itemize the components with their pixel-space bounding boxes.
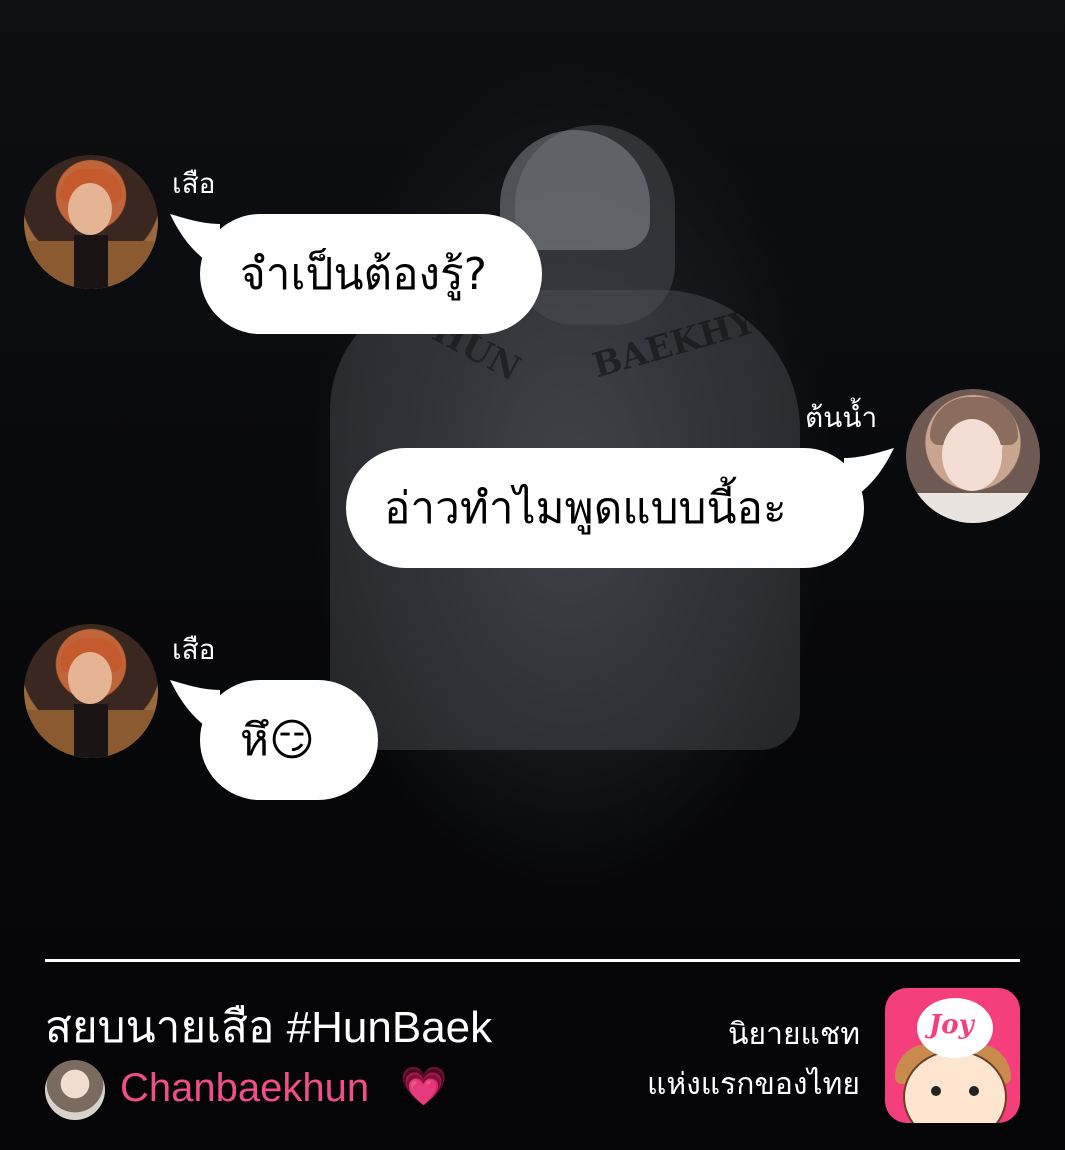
author-avatar-icon[interactable] [45, 1060, 105, 1120]
tagline-line-1: นิยายแชท [728, 1017, 860, 1052]
sender-name: ต้นน้ำ [805, 401, 878, 434]
water-avatar-icon[interactable] [906, 389, 1040, 523]
joy-app-logo-icon[interactable]: Joy [885, 988, 1020, 1123]
logo-text: Joy [929, 1010, 974, 1040]
story-title[interactable]: สยบนายเสือ #HunBaek [45, 992, 492, 1062]
message-text: หึ😏 [240, 715, 315, 766]
message-bubble[interactable]: อ่าวทำไมพูดแบบนี้อะ [346, 448, 894, 568]
tiger-avatar-icon[interactable] [24, 624, 158, 758]
bubble-tail-icon [844, 448, 894, 504]
heart-icon: 💗 [400, 1064, 448, 1108]
app-tagline: นิยายแชท แห่งแรกของไทย [647, 1010, 860, 1110]
tagline-line-2: แห่งแรกของไทย [647, 1067, 860, 1102]
message-text: อ่าวทำไมพูดแบบนี้อะ [384, 483, 787, 534]
logo-eye [969, 1086, 979, 1096]
footer-divider [45, 959, 1020, 962]
message-text: จำเป็นต้องรู้? [240, 249, 488, 300]
message-bubble[interactable]: จำเป็นต้องรู้? [170, 214, 542, 334]
bubble-tail-icon [170, 680, 220, 736]
sender-name: เสือ [172, 633, 216, 666]
sender-name: เสือ [172, 167, 216, 200]
bubble-tail-icon [170, 214, 220, 270]
logo-eye [931, 1086, 941, 1096]
tiger-avatar-icon[interactable] [24, 155, 158, 289]
author-name[interactable]: Chanbaekhun [120, 1066, 369, 1111]
message-bubble[interactable]: หึ😏 [170, 680, 378, 800]
